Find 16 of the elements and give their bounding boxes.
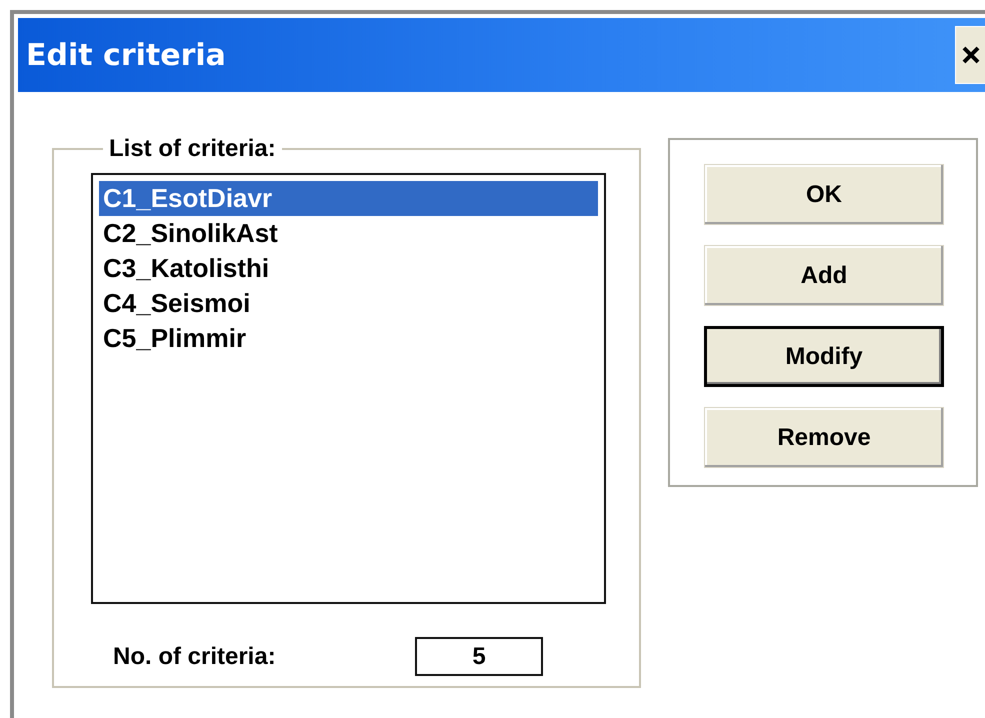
list-item[interactable]: C2_SinolikAst (99, 216, 598, 251)
close-button[interactable] (955, 26, 985, 84)
group-legend: List of criteria: (103, 135, 282, 163)
window-title: Edit criteria (26, 38, 226, 72)
dialog-button[interactable]: Modify (704, 326, 944, 387)
list-item[interactable]: C1_EsotDiavr (99, 181, 598, 216)
list-item[interactable]: C3_Katolisthi (99, 251, 598, 286)
list-item[interactable]: C5_Plimmir (99, 321, 598, 356)
count-field: 5 (415, 637, 543, 676)
dialog-button[interactable]: OK (704, 164, 944, 225)
list-item[interactable]: C4_Seismoi (99, 286, 598, 321)
close-icon (960, 45, 980, 65)
count-label: No. of criteria: (113, 642, 277, 670)
dialog-button[interactable]: Add (704, 245, 944, 306)
criteria-list[interactable]: C1_EsotDiavr C2_SinolikAst C3_Katolisthi C4_Seismoi C5_Plimmir (91, 173, 606, 604)
dialog-button[interactable]: Remove (704, 407, 944, 468)
